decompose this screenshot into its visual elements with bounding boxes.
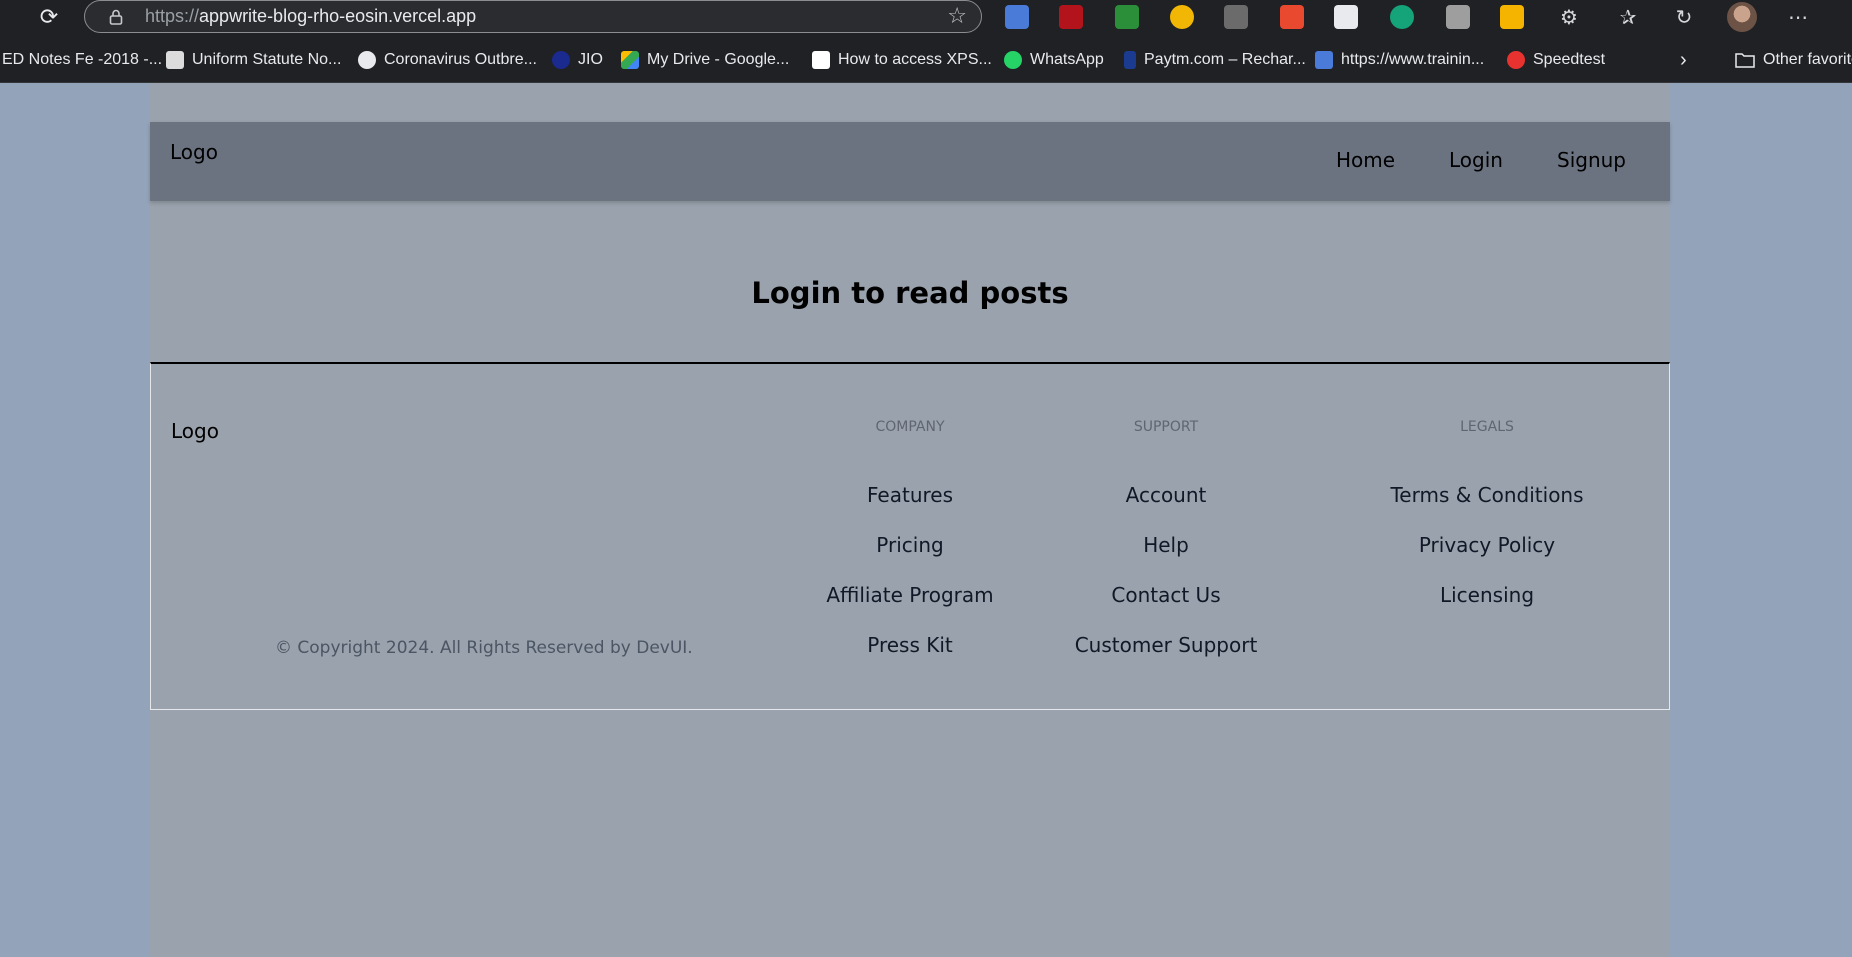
- bookmark-item[interactable]: How to access XPS...: [812, 49, 992, 71]
- profile-avatar[interactable]: [1727, 2, 1757, 32]
- footer-column-title-legals: Legals: [1460, 419, 1514, 435]
- bookmark-item[interactable]: Coronavirus Outbre...: [358, 49, 537, 71]
- favorites-icon[interactable]: ✰: [1614, 3, 1642, 31]
- footer-link-press-kit[interactable]: Press Kit: [867, 633, 953, 657]
- footer-link-features[interactable]: Features: [867, 483, 953, 507]
- paytm-icon: [1124, 51, 1136, 69]
- bookmark-item[interactable]: ED Notes Fe -2018 -...: [2, 49, 162, 71]
- footer-link-contact-us[interactable]: Contact Us: [1111, 583, 1220, 607]
- nav-login[interactable]: Login: [1449, 148, 1503, 172]
- bookmark-item[interactable]: Speedtest: [1507, 49, 1605, 71]
- copyright-text: © Copyright 2024. All Rights Reserved by…: [275, 638, 693, 658]
- bookmarks-bar: ED Notes Fe -2018 -... Uniform Statute N…: [0, 36, 1852, 83]
- bookmark-item[interactable]: https://www.trainin...: [1315, 49, 1484, 71]
- bookmark-favicon: [358, 51, 376, 69]
- nav-signup[interactable]: Signup: [1557, 148, 1626, 172]
- footer-link-affiliate-program[interactable]: Affiliate Program: [826, 583, 993, 607]
- footer-link-help[interactable]: Help: [1143, 533, 1189, 557]
- site-footer: Logo Company Features Pricing Affiliate …: [150, 362, 1670, 710]
- bookmark-favicon: [812, 51, 830, 69]
- folder-icon: [1735, 53, 1755, 68]
- bookmark-item[interactable]: JIO: [552, 49, 603, 71]
- footer-link-pricing[interactable]: Pricing: [876, 533, 943, 557]
- favorite-star-icon[interactable]: ☆: [947, 4, 967, 29]
- bookmark-item[interactable]: WhatsApp: [1004, 49, 1104, 71]
- footer-link-terms[interactable]: Terms & Conditions: [1390, 483, 1583, 507]
- reload-icon[interactable]: ⟳: [34, 3, 64, 33]
- extensions-puzzle-icon[interactable]: ⚙: [1555, 3, 1583, 31]
- footer-logo[interactable]: Logo: [171, 419, 219, 443]
- speedtest-icon: [1507, 51, 1525, 69]
- other-favorites-folder[interactable]: Other favorite: [1735, 49, 1852, 71]
- browser-toolbar: ⟳ https://appwrite-blog-rho-eosin.vercel…: [0, 0, 1852, 36]
- pdf-extension-icon[interactable]: [1280, 5, 1304, 29]
- chevron-right-icon[interactable]: ›: [1680, 49, 1687, 71]
- bookmark-favicon: [166, 51, 184, 69]
- r-extension-icon[interactable]: [1446, 5, 1470, 29]
- pip-extension-icon[interactable]: [1334, 5, 1358, 29]
- grammarly-icon[interactable]: [1390, 5, 1414, 29]
- bookmark-favicon: [1315, 51, 1333, 69]
- google-drive-icon: [621, 51, 639, 69]
- footer-link-customer-support[interactable]: Customer Support: [1075, 633, 1258, 657]
- translate-extension-icon[interactable]: [1005, 5, 1029, 29]
- footer-link-privacy-policy[interactable]: Privacy Policy: [1419, 533, 1555, 557]
- number-extension-icon[interactable]: [1115, 5, 1139, 29]
- jio-icon: [552, 51, 570, 69]
- more-menu-icon[interactable]: ⋯: [1784, 3, 1812, 31]
- footer-column-title-support: Support: [1133, 419, 1199, 435]
- lock-icon: [109, 9, 123, 25]
- bookmark-item[interactable]: My Drive - Google...: [621, 49, 789, 71]
- whatsapp-icon: [1004, 51, 1022, 69]
- footer-column-title-company: Company: [875, 419, 945, 435]
- header-logo[interactable]: Logo: [170, 140, 218, 164]
- footer-link-account[interactable]: Account: [1126, 483, 1207, 507]
- page-container: Logo Home Login Signup Login to read pos…: [150, 83, 1670, 957]
- chrome-extension-icon[interactable]: [1170, 5, 1194, 29]
- bookmark-item[interactable]: Paytm.com – Rechar...: [1124, 49, 1306, 71]
- history-icon[interactable]: ↻: [1670, 3, 1698, 31]
- address-bar[interactable]: https://appwrite-blog-rho-eosin.vercel.a…: [84, 0, 982, 33]
- page-title: Login to read posts: [751, 276, 1069, 310]
- site-header: Logo Home Login Signup: [150, 122, 1670, 201]
- q-extension-icon[interactable]: [1224, 5, 1248, 29]
- keep-extension-icon[interactable]: [1500, 5, 1524, 29]
- footer-link-licensing[interactable]: Licensing: [1440, 583, 1534, 607]
- bookmark-item[interactable]: Uniform Statute No...: [166, 49, 341, 71]
- flash-extension-icon[interactable]: [1059, 5, 1083, 29]
- url-text: https://appwrite-blog-rho-eosin.vercel.a…: [145, 6, 477, 26]
- nav-home[interactable]: Home: [1336, 148, 1395, 172]
